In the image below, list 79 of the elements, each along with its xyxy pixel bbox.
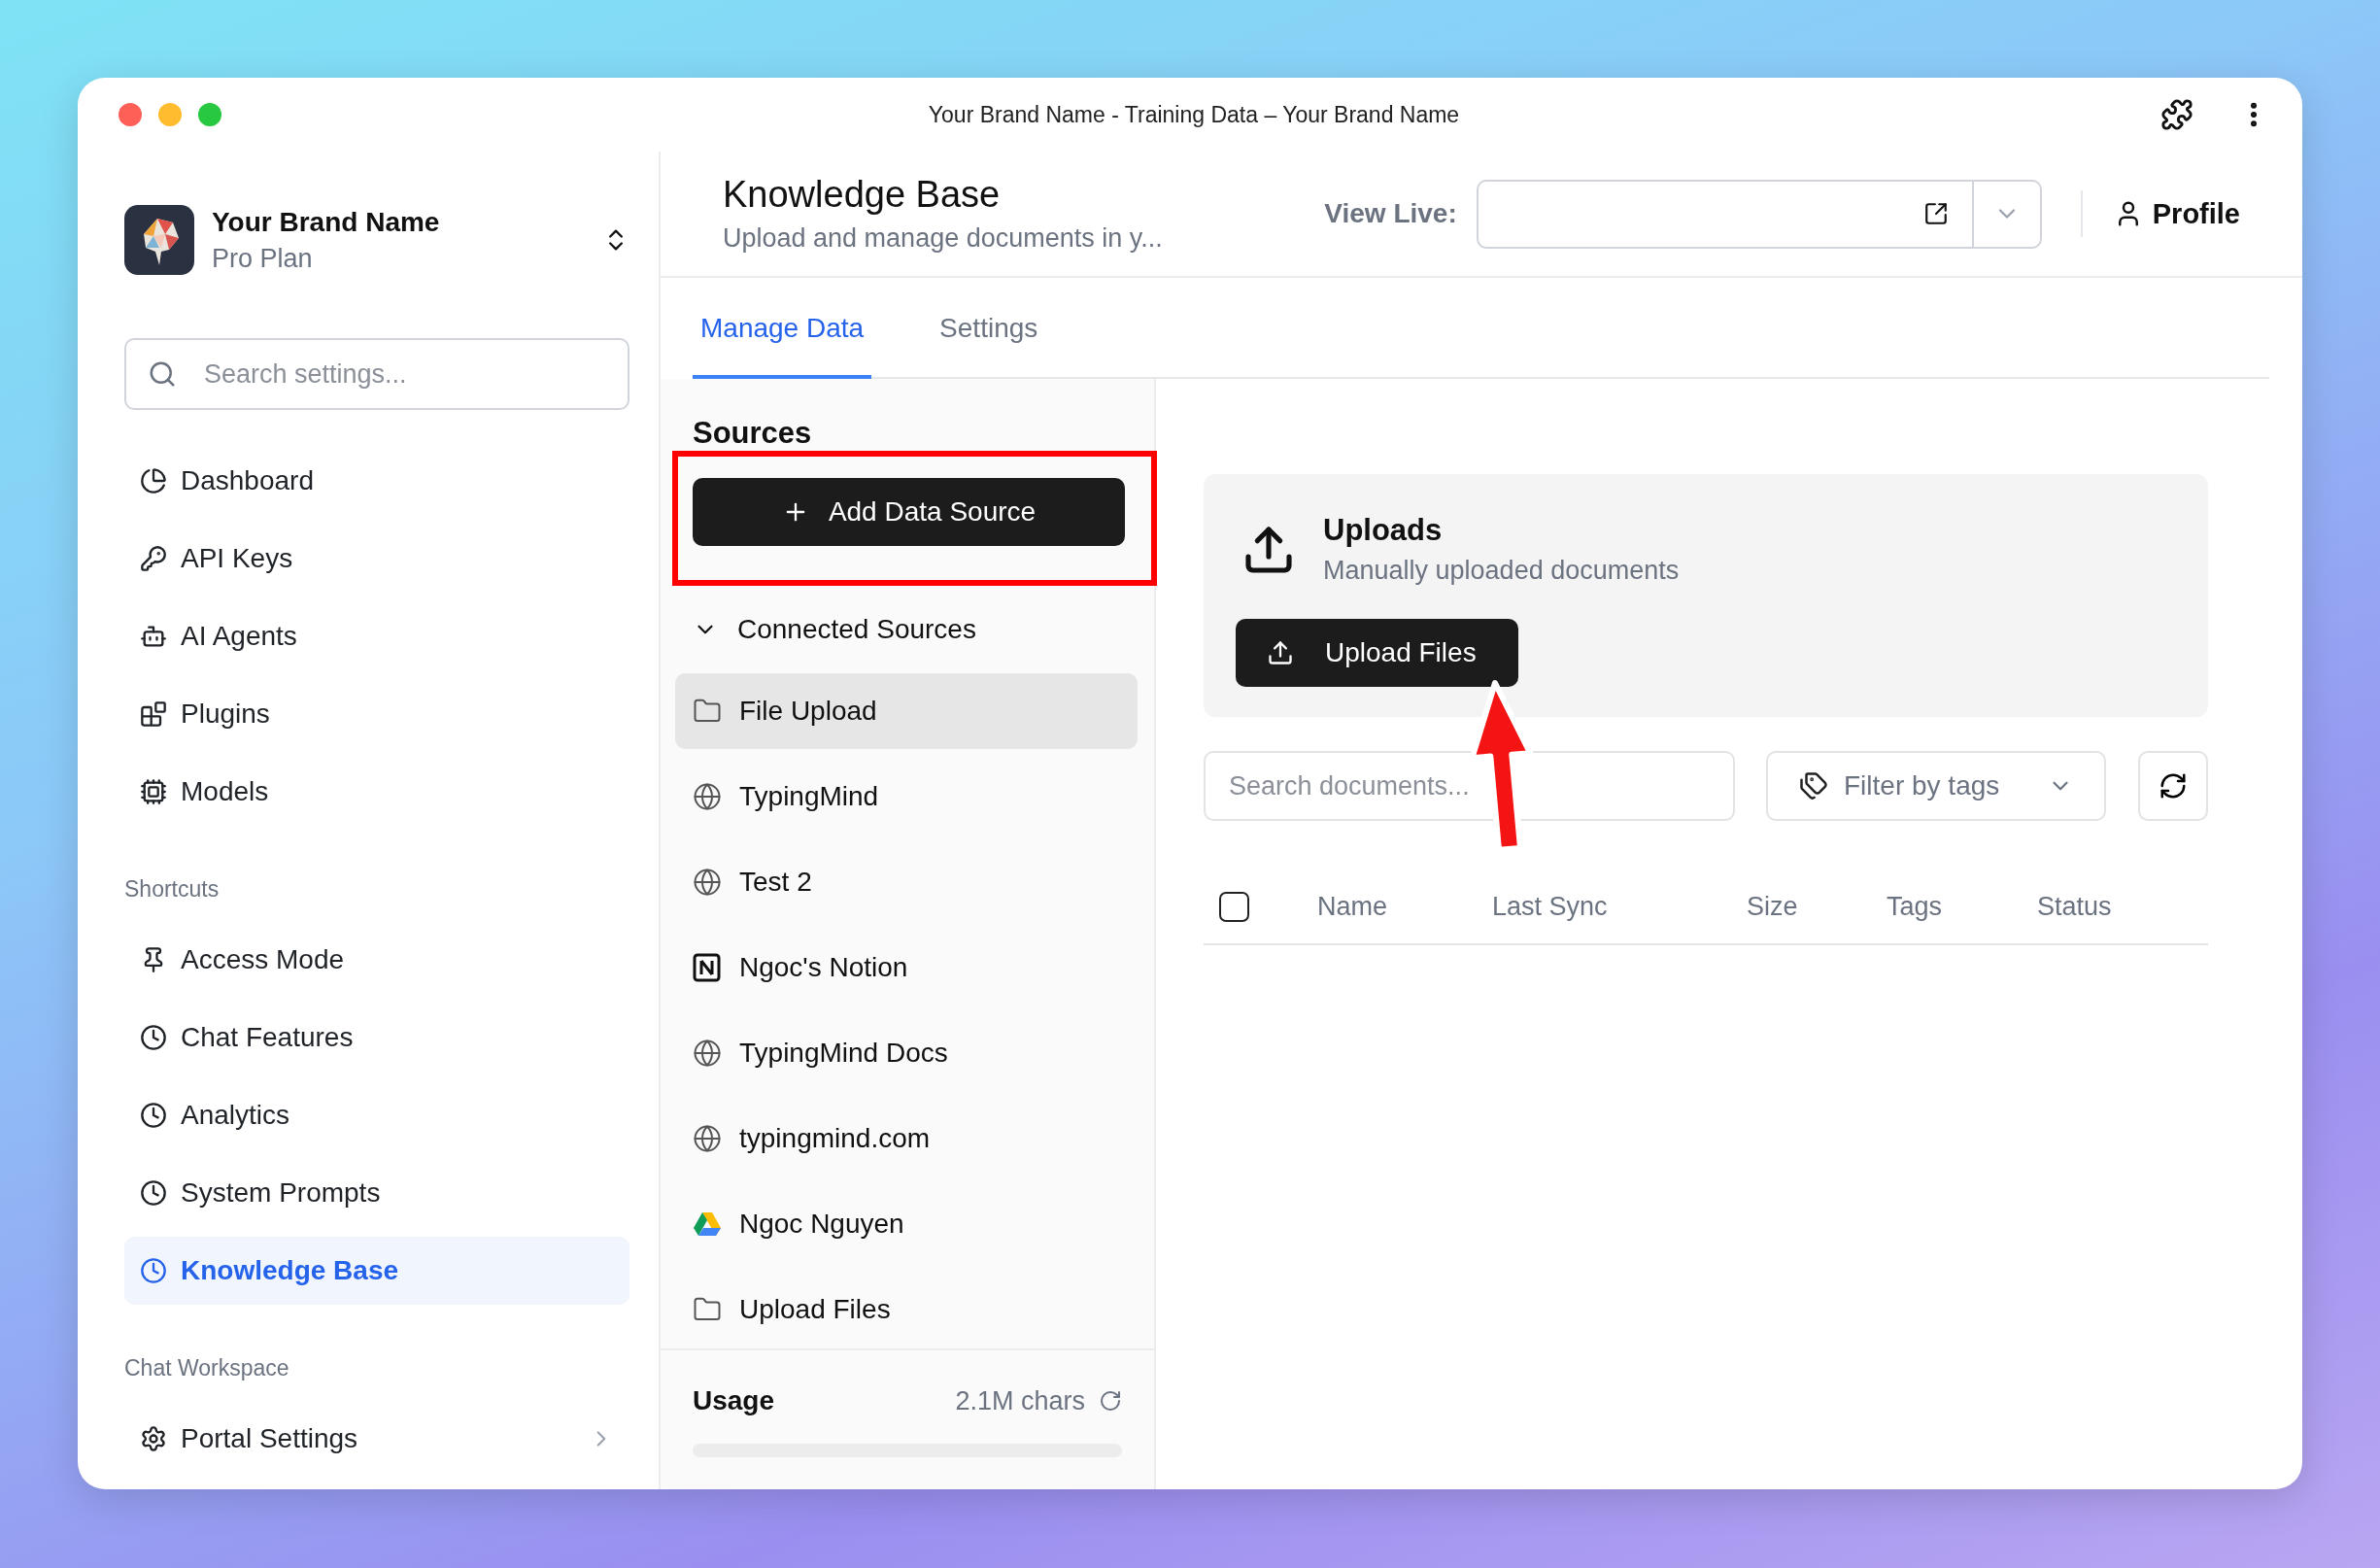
nav-item[interactable]: System Prompts [124, 1159, 629, 1227]
upload-files-button[interactable]: Upload Files [1236, 619, 1518, 687]
brand-name: Your Brand Name [212, 206, 441, 238]
nav-icon [140, 778, 167, 805]
refresh-icon[interactable] [1099, 1389, 1122, 1413]
globe-icon [693, 1124, 722, 1153]
nav-item[interactable]: Dashboard [124, 447, 629, 515]
card-title: Uploads [1323, 513, 1444, 548]
globe-icon [693, 782, 722, 811]
source-label: Ngoc Nguyen [739, 1209, 904, 1240]
nav-icon [140, 1257, 167, 1284]
source-item[interactable]: Ngoc Nguyen [675, 1186, 1138, 1262]
nav-item[interactable]: Knowledge Base [124, 1237, 629, 1305]
tab[interactable]: Settings [932, 313, 1046, 379]
notion-icon [693, 953, 722, 982]
section-heading: Shortcuts [124, 876, 221, 903]
nav-item[interactable]: Portal Settings [124, 1405, 629, 1473]
column-header: Name [1317, 891, 1389, 922]
source-label: Ngoc's Notion [739, 952, 908, 983]
nav-item[interactable]: Models [124, 758, 629, 826]
sources-heading: Sources [692, 416, 813, 451]
nav-item[interactable]: Plugins [124, 680, 629, 748]
source-label: TypingMind Docs [739, 1038, 948, 1069]
source-item[interactable]: Ngoc's Notion [675, 930, 1138, 1006]
nav-icon [140, 1102, 167, 1129]
refresh-icon [2159, 771, 2188, 801]
nav-icon [140, 1024, 167, 1051]
refresh-button[interactable] [2138, 751, 2208, 821]
search-field[interactable]: Search settings... [124, 338, 629, 410]
globe-icon [693, 868, 722, 897]
nav-icon [140, 545, 167, 572]
search-field[interactable]: Search documents... [1204, 751, 1735, 821]
search-icon [148, 359, 177, 389]
column-header: Tags [1887, 891, 1944, 922]
column-header: Status [2037, 891, 2113, 922]
card-subtitle: Manually uploaded documents [1323, 556, 1680, 586]
puzzle-icon[interactable] [2160, 98, 2193, 131]
section-heading: Chat Workspace [124, 1355, 290, 1381]
source-item[interactable]: Upload Files [675, 1272, 1138, 1347]
source-label: Test 2 [739, 867, 812, 898]
nav-icon [140, 1425, 167, 1452]
close-button[interactable] [119, 103, 142, 126]
column-header: Size [1747, 891, 1799, 922]
source-item[interactable]: TypingMind [675, 759, 1138, 835]
column-header: Last Sync [1492, 891, 1609, 922]
nav-item[interactable]: AI Agents [124, 602, 629, 670]
usage-value: 2.1M chars [955, 1385, 1085, 1416]
nav-item[interactable]: Chat Features [124, 1004, 629, 1072]
nav-item[interactable]: API Keys [124, 525, 629, 593]
add-data-source-button[interactable]: Add Data Source [693, 478, 1125, 546]
window-title: Your Brand Name - Training Data – Your Brand Name [928, 101, 1460, 128]
source-item[interactable]: Test 2 [675, 844, 1138, 920]
usage-label: Usage [693, 1385, 776, 1416]
globe-icon [693, 1039, 722, 1068]
nav-icon [140, 700, 167, 728]
source-item[interactable]: TypingMind Docs [675, 1015, 1138, 1091]
source-label: Upload Files [739, 1294, 891, 1325]
nav-item[interactable]: Access Mode [124, 926, 629, 994]
upload-icon [1267, 639, 1294, 666]
nav-icon [140, 1179, 167, 1207]
app-logo [124, 205, 194, 275]
plan-name: Pro Plan [212, 243, 314, 274]
source-label: TypingMind [739, 781, 879, 812]
tags-icon [1799, 771, 1828, 801]
select-all-checkbox[interactable] [1219, 891, 1249, 922]
page-subtitle: Upload and manage documents in y... [723, 223, 1164, 254]
profile-button[interactable]: Profile [2113, 197, 2240, 230]
nav-item[interactable]: Analytics [124, 1081, 629, 1149]
filter-dropdown[interactable]: Filter by tags [1766, 751, 2106, 821]
source-item[interactable]: File Upload [675, 673, 1138, 749]
source-label: File Upload [739, 696, 877, 727]
page-title: Knowledge Base [723, 174, 1002, 216]
nav-icon [140, 467, 167, 494]
source-item[interactable]: typingmind.com [675, 1101, 1138, 1176]
view-live-label: View Live: [1324, 198, 1457, 229]
external-link-icon[interactable] [1922, 201, 1949, 226]
drive-icon [693, 1210, 722, 1238]
source-label: typingmind.com [739, 1123, 931, 1154]
connected-sources-toggle[interactable]: Connected Sources [675, 596, 1138, 664]
